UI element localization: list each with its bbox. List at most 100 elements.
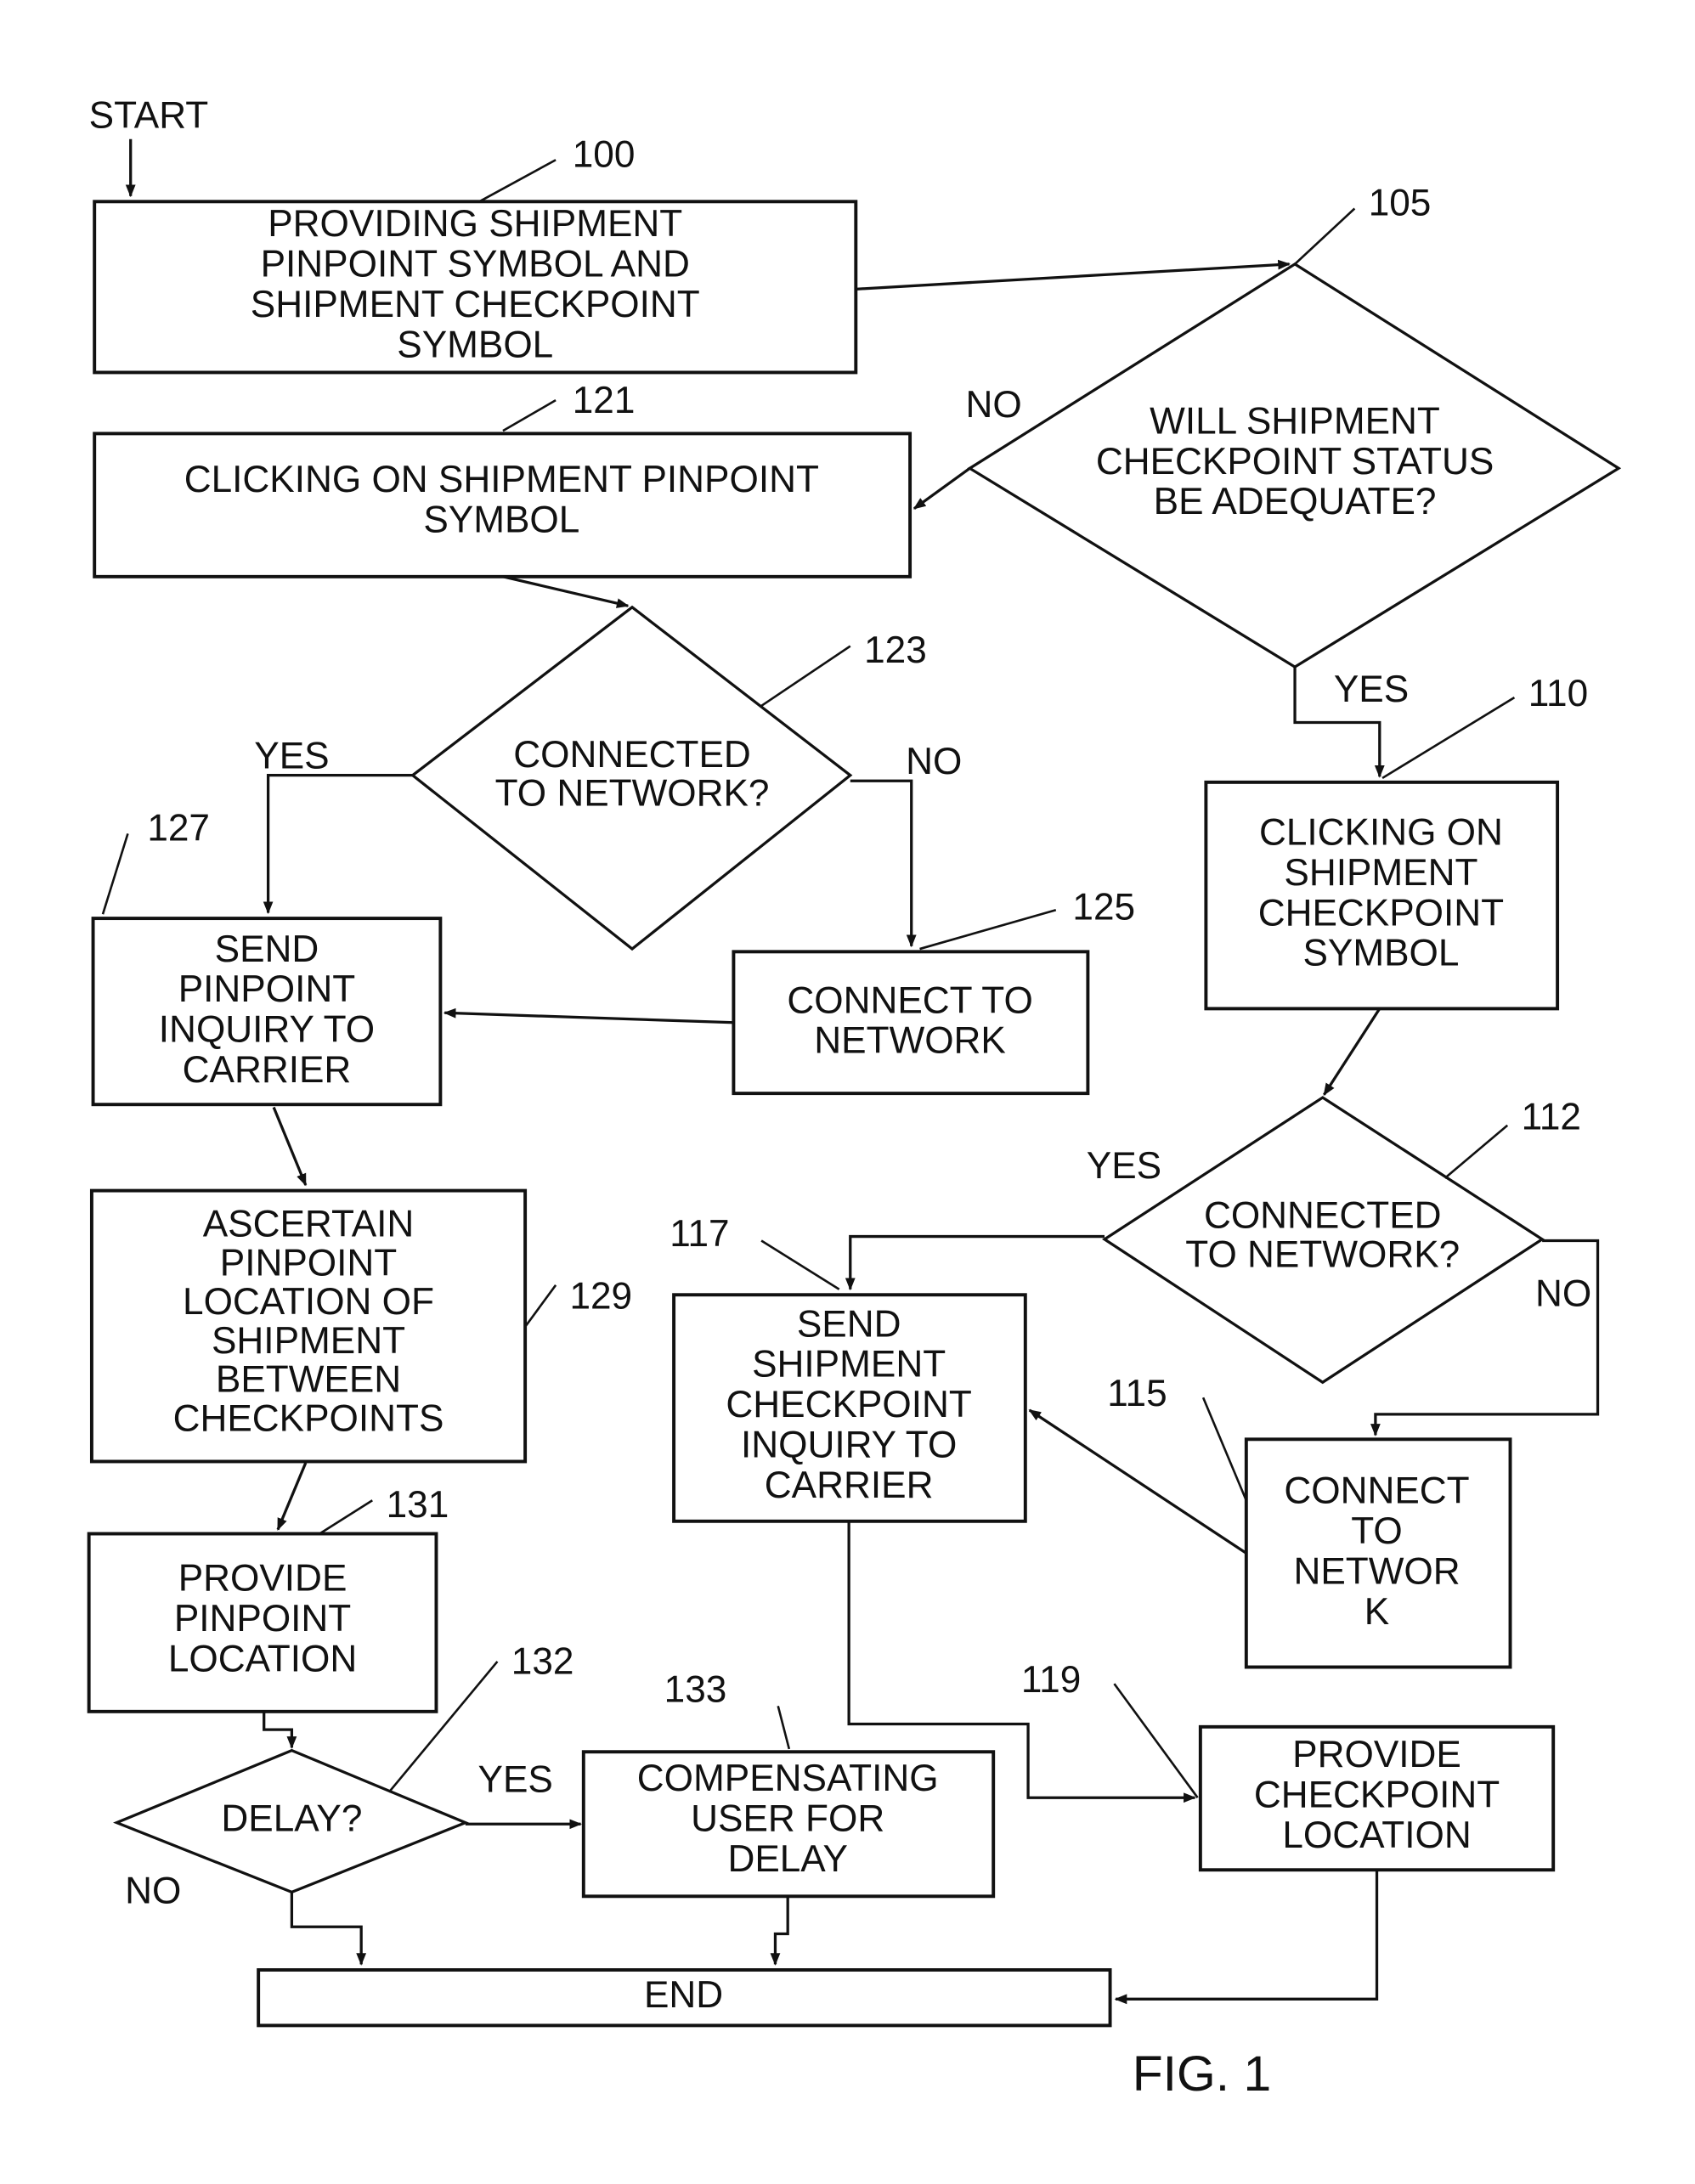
svg-text:K: K xyxy=(1364,1591,1389,1633)
node-125-connect-network: CONNECT TO NETWORK xyxy=(732,950,1090,1096)
start-label: START xyxy=(89,95,209,137)
svg-text:PINPOINT: PINPOINT xyxy=(178,968,355,1010)
edge-112-yes-to-117 xyxy=(845,1234,1105,1291)
svg-text:SHIPMENT CHECKPOINT: SHIPMENT CHECKPOINT xyxy=(251,284,700,325)
svg-text:SEND: SEND xyxy=(797,1303,901,1345)
svg-text:SHIPMENT: SHIPMENT xyxy=(212,1320,405,1362)
svg-text:SHIPMENT: SHIPMENT xyxy=(752,1344,946,1385)
ref-leader-112 xyxy=(1444,1124,1509,1179)
node-105-decision-checkpoint-adequate: WILL SHIPMENT CHECKPOINT STATUS BE ADEQU… xyxy=(967,262,1622,669)
edge-label-105-no: NO xyxy=(965,384,1021,426)
svg-text:DELAY: DELAY xyxy=(727,1838,847,1880)
node-127-send-pinpoint-inquiry: SEND PINPOINT INQUIRY TO CARRIER xyxy=(91,917,443,1107)
svg-text:CHECKPOINT STATUS: CHECKPOINT STATUS xyxy=(1096,441,1494,483)
svg-text:USER FOR: USER FOR xyxy=(691,1797,884,1839)
ref-leader-123 xyxy=(760,645,851,707)
svg-text:SHIPMENT: SHIPMENT xyxy=(1284,852,1477,894)
svg-text:CHECKPOINT: CHECKPOINT xyxy=(1258,892,1504,934)
edge-105-to-121 xyxy=(912,466,971,511)
edge-119-to-end xyxy=(1114,1870,1379,2005)
edge-121-to-123 xyxy=(502,575,630,608)
node-119-provide-checkpoint: PROVIDE CHECKPOINT LOCATION xyxy=(1198,1724,1556,1872)
svg-text:WILL SHIPMENT: WILL SHIPMENT xyxy=(1150,400,1440,442)
svg-text:CLICKING ON: CLICKING ON xyxy=(1259,811,1503,853)
node-100-providing-symbols: PROVIDING SHIPMENT PINPOINT SYMBOL AND S… xyxy=(93,200,858,375)
svg-text:END: END xyxy=(644,1974,723,2016)
ref-leader-100 xyxy=(478,159,557,203)
ref-leader-131 xyxy=(319,1499,373,1535)
svg-text:PROVIDE: PROVIDE xyxy=(178,1558,347,1600)
node-123-decision-connected: CONNECTED TO NETWORK? xyxy=(410,605,853,951)
svg-text:CHECKPOINT: CHECKPOINT xyxy=(726,1384,971,1425)
edge-label-132-yes: YES xyxy=(478,1759,553,1801)
ref-129: 129 xyxy=(569,1276,632,1318)
svg-text:CHECKPOINT: CHECKPOINT xyxy=(1254,1775,1500,1816)
ref-112: 112 xyxy=(1522,1097,1581,1138)
node-115-connect-network: CONNECT TO NETWOR K xyxy=(1244,1437,1512,1669)
edge-label-132-no: NO xyxy=(125,1870,181,1911)
svg-text:LOCATION OF: LOCATION OF xyxy=(183,1281,434,1323)
ref-leader-117 xyxy=(760,1239,840,1290)
ref-leader-119 xyxy=(1113,1683,1199,1798)
svg-text:BETWEEN: BETWEEN xyxy=(216,1359,401,1401)
ref-133: 133 xyxy=(664,1668,727,1710)
edge-label-123-yes: YES xyxy=(254,735,329,776)
svg-text:CARRIER: CARRIER xyxy=(765,1464,934,1506)
svg-text:CONNECTED: CONNECTED xyxy=(1204,1195,1442,1237)
svg-text:SYMBOL: SYMBOL xyxy=(423,499,579,540)
svg-text:CONNECT TO: CONNECT TO xyxy=(787,979,1032,1021)
edge-132-no-to-end xyxy=(290,1892,367,1966)
node-131-provide-pinpoint: PROVIDE PINPOINT LOCATION xyxy=(87,1532,438,1713)
svg-text:PINPOINT: PINPOINT xyxy=(220,1242,397,1284)
svg-text:INQUIRY TO: INQUIRY TO xyxy=(741,1425,957,1466)
svg-text:BE ADEQUATE?: BE ADEQUATE? xyxy=(1154,481,1437,522)
ref-117: 117 xyxy=(670,1213,729,1255)
svg-text:CLICKING ON SHIPMENT PINPOINT: CLICKING ON SHIPMENT PINPOINT xyxy=(184,459,819,500)
ref-110: 110 xyxy=(1528,673,1588,714)
edge-label-112-yes: YES xyxy=(1087,1145,1161,1187)
svg-text:PROVIDING SHIPMENT: PROVIDING SHIPMENT xyxy=(268,203,682,245)
edge-129-to-131 xyxy=(276,1462,308,1531)
svg-text:INQUIRY TO: INQUIRY TO xyxy=(159,1009,375,1051)
svg-text:CARRIER: CARRIER xyxy=(183,1049,352,1091)
svg-text:TO NETWORK?: TO NETWORK? xyxy=(1185,1234,1460,1276)
svg-text:SEND: SEND xyxy=(215,928,319,970)
ref-125: 125 xyxy=(1072,887,1135,928)
edge-100-to-105 xyxy=(856,259,1291,291)
edge-115-to-117 xyxy=(1028,1408,1247,1555)
ref-leader-129 xyxy=(524,1284,557,1328)
edge-123-yes-to-127 xyxy=(263,774,413,915)
node-133-compensate-user: COMPENSATING USER FOR DELAY xyxy=(581,1750,996,1899)
ref-leader-105 xyxy=(1294,207,1356,265)
svg-text:CHECKPOINTS: CHECKPOINTS xyxy=(173,1398,444,1440)
edge-131-to-132 xyxy=(263,1713,297,1749)
edge-123-no-to-125 xyxy=(850,779,917,948)
svg-text:LOCATION: LOCATION xyxy=(1282,1814,1471,1856)
svg-text:LOCATION: LOCATION xyxy=(168,1638,357,1679)
svg-text:TO NETWORK?: TO NETWORK? xyxy=(495,773,770,815)
node-117-send-checkpoint-inquiry: SEND SHIPMENT CHECKPOINT INQUIRY TO CARR… xyxy=(672,1293,1027,1523)
svg-text:TO: TO xyxy=(1351,1510,1403,1552)
svg-text:PROVIDE: PROVIDE xyxy=(1292,1734,1461,1775)
svg-text:SYMBOL: SYMBOL xyxy=(1302,933,1459,974)
ref-119: 119 xyxy=(1021,1659,1081,1701)
ref-115: 115 xyxy=(1107,1373,1167,1414)
svg-text:SYMBOL: SYMBOL xyxy=(397,324,553,365)
edge-127-to-129 xyxy=(272,1106,308,1187)
ref-leader-127 xyxy=(101,832,129,915)
svg-text:DELAY?: DELAY? xyxy=(221,1797,362,1839)
svg-text:PINPOINT: PINPOINT xyxy=(174,1598,351,1639)
node-129-ascertain-location: ASCERTAIN PINPOINT LOCATION OF SHIPMENT … xyxy=(89,1188,528,1464)
ref-leader-121 xyxy=(502,399,557,432)
node-end: END xyxy=(257,1968,1112,2028)
ref-121: 121 xyxy=(573,380,636,421)
ref-leader-115 xyxy=(1201,1397,1248,1501)
ref-leader-133 xyxy=(777,1705,791,1750)
edge-110-to-112 xyxy=(1323,1007,1381,1097)
ref-131: 131 xyxy=(387,1484,449,1526)
edge-133-to-end xyxy=(770,1896,789,1966)
ref-132: 132 xyxy=(511,1641,574,1683)
svg-text:CONNECTED: CONNECTED xyxy=(513,734,751,776)
svg-text:NETWOR: NETWOR xyxy=(1293,1550,1460,1592)
figure-label: FIG. 1 xyxy=(1133,2046,1272,2102)
